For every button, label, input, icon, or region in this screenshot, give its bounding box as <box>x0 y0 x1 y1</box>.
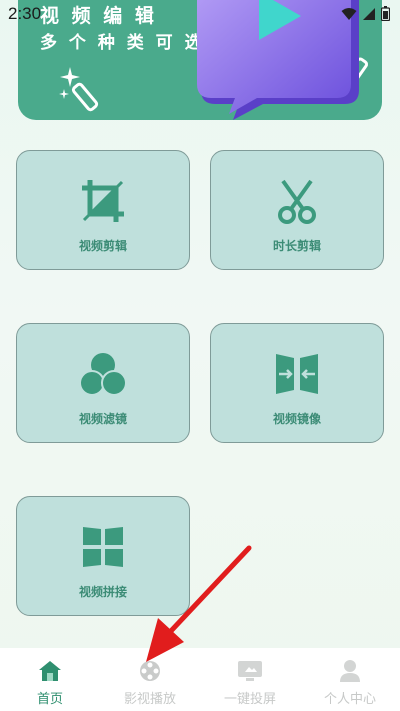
tool-label: 视频镜像 <box>272 412 321 426</box>
tab-label: 一键投屏 <box>223 692 276 707</box>
signal-icon <box>363 7 375 20</box>
cast-screen-icon <box>237 658 263 684</box>
home-icon <box>38 658 62 684</box>
status-icons <box>341 6 390 21</box>
tab-label: 首页 <box>36 692 63 707</box>
tool-label: 视频滤镜 <box>78 412 127 426</box>
tool-label: 视频拼接 <box>78 585 127 599</box>
filter-circles-icon <box>79 350 127 398</box>
magic-wand-icon <box>59 67 99 112</box>
tool-card-video-crop[interactable]: 视频剪辑 <box>16 150 190 270</box>
tool-card-video-mirror[interactable]: 视频镜像 <box>210 323 384 443</box>
tab-movie-play[interactable]: 影视播放 <box>100 648 200 711</box>
tab-label: 个人中心 <box>323 692 376 707</box>
wifi-icon <box>341 7 357 20</box>
tab-profile[interactable]: 个人中心 <box>300 648 400 711</box>
status-time: 2:30 <box>8 4 42 23</box>
banner-subtitle: 多 个 种 类 可 选 <box>40 33 205 53</box>
person-icon <box>339 658 361 684</box>
grid-tiles-icon <box>79 523 127 571</box>
battery-icon <box>381 6 390 21</box>
tool-card-video-splice[interactable]: 视频拼接 <box>16 496 190 616</box>
tab-home[interactable]: 首页 <box>0 648 100 711</box>
tool-label: 时长剪辑 <box>272 239 321 253</box>
crop-icon <box>79 177 127 225</box>
mirror-icon <box>273 350 321 398</box>
tool-card-video-filter[interactable]: 视频滤镜 <box>16 323 190 443</box>
tool-card-duration-cut[interactable]: 时长剪辑 <box>210 150 384 270</box>
tab-label: 影视播放 <box>123 692 176 707</box>
scissors-icon <box>273 177 321 225</box>
status-bar: 2:30 <box>0 0 400 26</box>
bottom-tab-bar: 首页 影视播放 一键投屏 个人中心 <box>0 648 400 711</box>
tool-label: 视频剪辑 <box>78 239 127 253</box>
film-reel-icon <box>138 658 162 684</box>
tab-screen-cast[interactable]: 一键投屏 <box>200 648 300 711</box>
